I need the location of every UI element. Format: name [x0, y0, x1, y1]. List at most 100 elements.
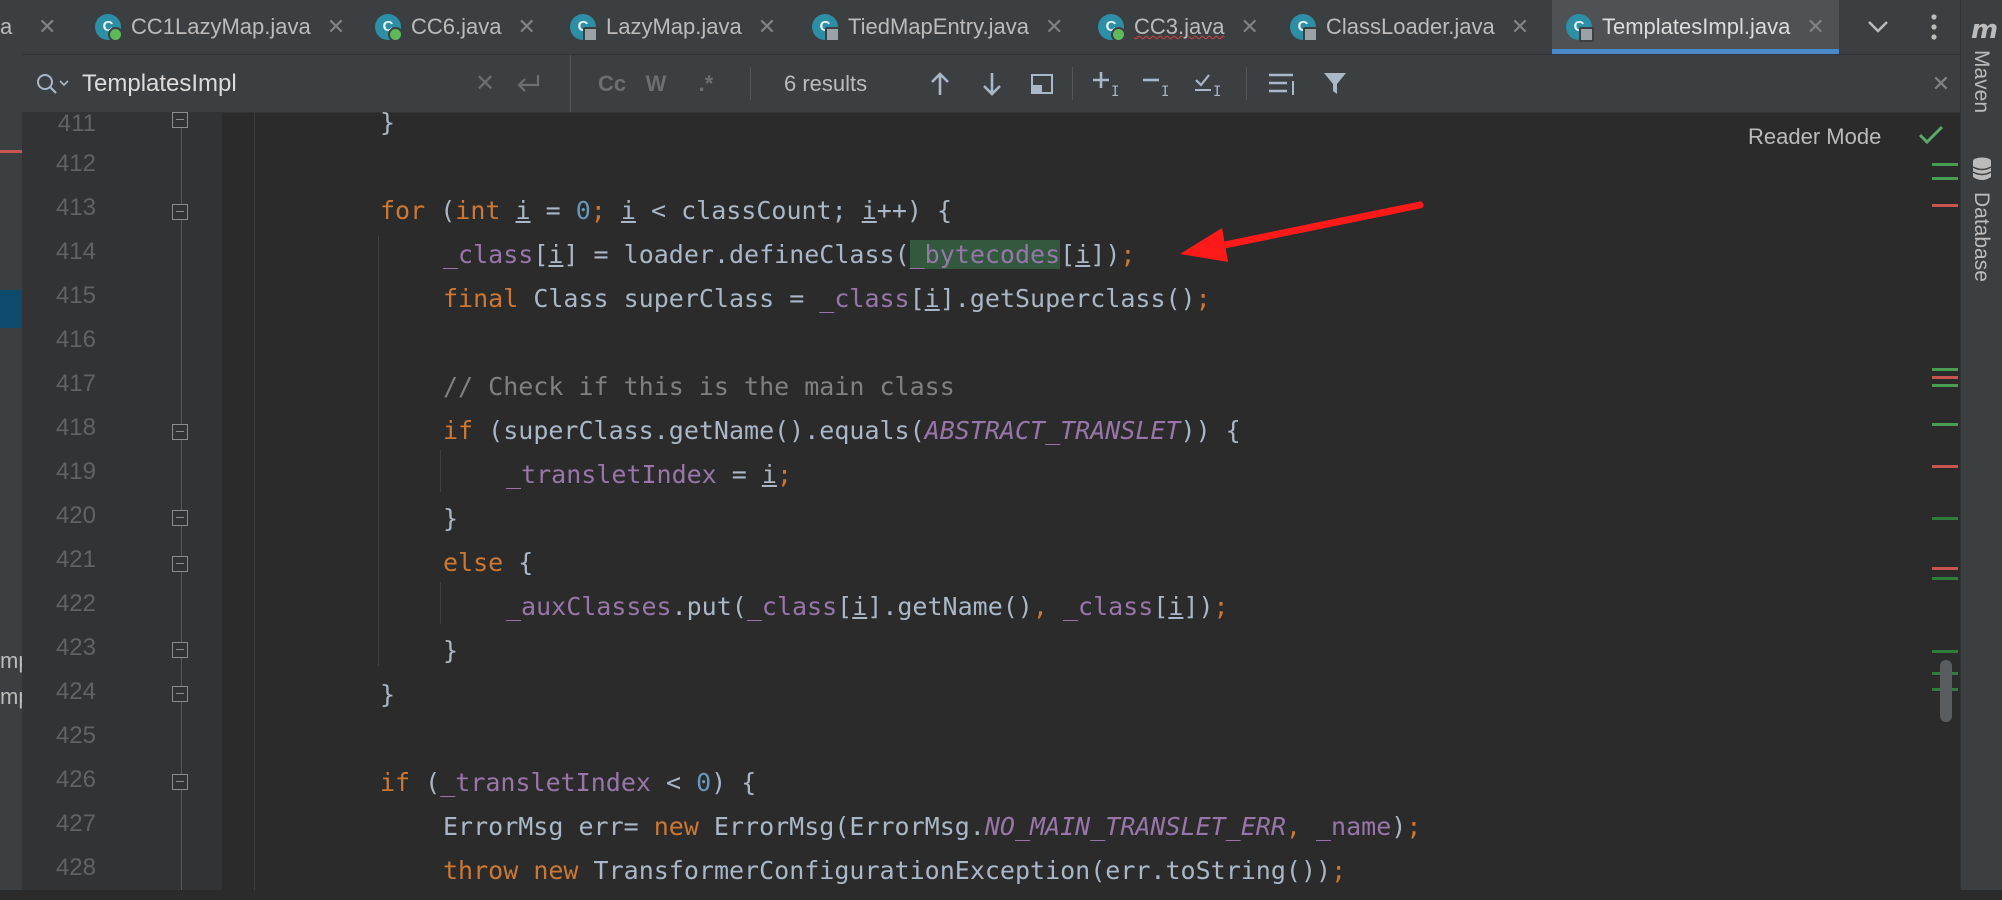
new-line-icon[interactable] [508, 55, 548, 112]
regex-button[interactable]: .* [686, 55, 726, 112]
svg-text:I: I [1213, 84, 1221, 98]
tab-label: CC1LazyMap.java [131, 14, 311, 39]
code-line-413[interactable]: for (int i = 0; i < classCount; i++) { [380, 189, 952, 233]
remove-occurrence-icon[interactable]: I [1136, 55, 1182, 112]
search-results-count: 6 results [784, 71, 868, 96]
code-line-419[interactable]: _transletIndex = i; [506, 453, 792, 497]
close-icon[interactable]: ✕ [1240, 14, 1258, 40]
code-line-414[interactable]: _class[i] = loader.defineClass(_bytecode… [443, 233, 1135, 277]
close-icon[interactable]: ✕ [517, 14, 535, 40]
code-line-411[interactable]: } [380, 101, 395, 145]
words-button[interactable]: W [636, 55, 676, 112]
open-in-window-icon[interactable] [1022, 55, 1062, 112]
class-icon: C [1098, 14, 1126, 42]
code-line-418[interactable]: if (superClass.getName().equals(ABSTRACT… [443, 409, 1241, 453]
code-line-423[interactable]: } [443, 629, 458, 673]
tab-cc1lazymap[interactable]: C CC1LazyMap.java ✕ [95, 0, 345, 54]
class-locked-icon: C [812, 14, 840, 42]
line-number: 419 [55, 458, 96, 485]
divider [1072, 67, 1073, 100]
close-icon[interactable]: ✕ [1045, 14, 1063, 40]
code-line-422[interactable]: _auxClasses.put(_class[i].getName(), _cl… [506, 585, 1229, 629]
reader-mode-button[interactable]: Reader Mode [1748, 124, 1881, 150]
clear-icon[interactable]: ✕ [470, 55, 500, 112]
filter-icon[interactable] [1312, 55, 1358, 112]
close-icon[interactable]: ✕ [758, 14, 776, 40]
fold-icon[interactable] [172, 424, 188, 440]
maven-icon[interactable]: m [1969, 14, 1998, 45]
match-case-button[interactable]: Cc [590, 55, 634, 112]
search-history-icon[interactable] [32, 55, 72, 112]
tab-label: CC6.java [411, 14, 502, 39]
close-icon[interactable]: ✕ [1926, 55, 1956, 112]
code-line-417[interactable]: // Check if this is the main class [443, 365, 955, 409]
svg-text:I: I [1161, 84, 1169, 98]
divider [1246, 67, 1247, 100]
line-number: 424 [55, 678, 96, 705]
line-number: 422 [55, 590, 96, 617]
tab-cc1lazymap[interactable]: ✕ [32, 0, 56, 54]
editor-tab-bar: ✕ C CC1LazyMap.java ✕ C CC6.java ✕ C Laz… [22, 0, 1960, 55]
tab-label: CC3.java [1134, 14, 1225, 39]
filter-lines-icon[interactable] [1260, 55, 1306, 112]
code-line-427[interactable]: ErrorMsg err= new ErrorMsg(ErrorMsg.NO_M… [443, 805, 1421, 849]
line-number: 427 [55, 810, 96, 837]
tab-label: ClassLoader.java [1326, 14, 1495, 39]
selected-row-edge [0, 290, 22, 328]
class-icon: C [95, 14, 123, 42]
code-line-428[interactable]: throw new TransformerConfigurationExcept… [443, 849, 1346, 893]
code-line-420[interactable]: } [443, 497, 458, 541]
line-number: 415 [55, 282, 96, 309]
close-icon[interactable]: ✕ [38, 14, 56, 40]
indent-guide [440, 450, 441, 492]
more-vertical-icon[interactable] [1914, 0, 1954, 54]
indent-guide [378, 236, 379, 666]
chevron-down-icon[interactable] [1858, 0, 1898, 54]
change-marker [1932, 163, 1958, 166]
project-panel-edge: a mp mp [0, 0, 22, 890]
database-icon[interactable] [1971, 156, 1993, 187]
scrollbar-thumb[interactable] [1940, 660, 1952, 722]
fold-end-icon[interactable] [172, 686, 188, 702]
change-marker [1932, 177, 1958, 180]
maven-tool-button[interactable]: Maven [1969, 50, 1993, 113]
fold-icon[interactable] [172, 204, 188, 220]
fold-icon[interactable] [172, 774, 188, 790]
tab-classloader[interactable]: C ClassLoader.java ✕ [1290, 0, 1529, 54]
select-all-occurrences-icon[interactable]: I [1188, 55, 1234, 112]
arrow-up-icon[interactable] [920, 55, 960, 112]
tab-cc3[interactable]: C CC3.java ✕ [1098, 0, 1259, 54]
code-line-424[interactable]: } [380, 673, 395, 717]
tab-tiedmapentry[interactable]: C TiedMapEntry.java ✕ [812, 0, 1063, 54]
close-icon[interactable]: ✕ [1511, 14, 1529, 40]
search-highlight: _bytecodes [909, 240, 1061, 269]
search-input[interactable] [80, 65, 474, 103]
change-marker [1932, 650, 1958, 653]
error-marker [1932, 204, 1958, 207]
tab-label: TemplatesImpl.java [1602, 14, 1791, 39]
fold-end-icon[interactable] [172, 510, 188, 526]
fold-icon[interactable] [172, 556, 188, 572]
arrow-down-icon[interactable] [972, 55, 1012, 112]
class-locked-icon: C [570, 14, 598, 42]
line-number: 428 [55, 854, 96, 881]
tab-lazymap[interactable]: C LazyMap.java ✕ [570, 0, 776, 54]
close-icon[interactable]: ✕ [327, 14, 345, 40]
close-icon[interactable]: ✕ [1806, 14, 1824, 40]
error-marker [1932, 376, 1958, 379]
line-number: 417 [55, 370, 96, 397]
code-line-415[interactable]: final Class superClass = _class[i].getSu… [443, 277, 1211, 321]
line-number: 420 [55, 502, 96, 529]
tab-cc6[interactable]: C CC6.java ✕ [375, 0, 536, 54]
change-marker [1932, 517, 1958, 520]
check-icon[interactable] [1918, 122, 1944, 153]
code-line-426[interactable]: if (_transletIndex < 0) { [380, 761, 756, 805]
tab-templatesimpl[interactable]: C TemplatesImpl.java ✕ [1552, 0, 1839, 54]
error-marker [1932, 465, 1958, 468]
database-tool-button[interactable]: Database [1969, 192, 1993, 282]
add-occurrence-icon[interactable]: I [1086, 55, 1132, 112]
code-line-421[interactable]: else { [443, 541, 533, 585]
fold-end-icon[interactable] [172, 642, 188, 658]
fold-end-icon[interactable] [172, 112, 188, 128]
search-field: ✕ [22, 55, 571, 112]
